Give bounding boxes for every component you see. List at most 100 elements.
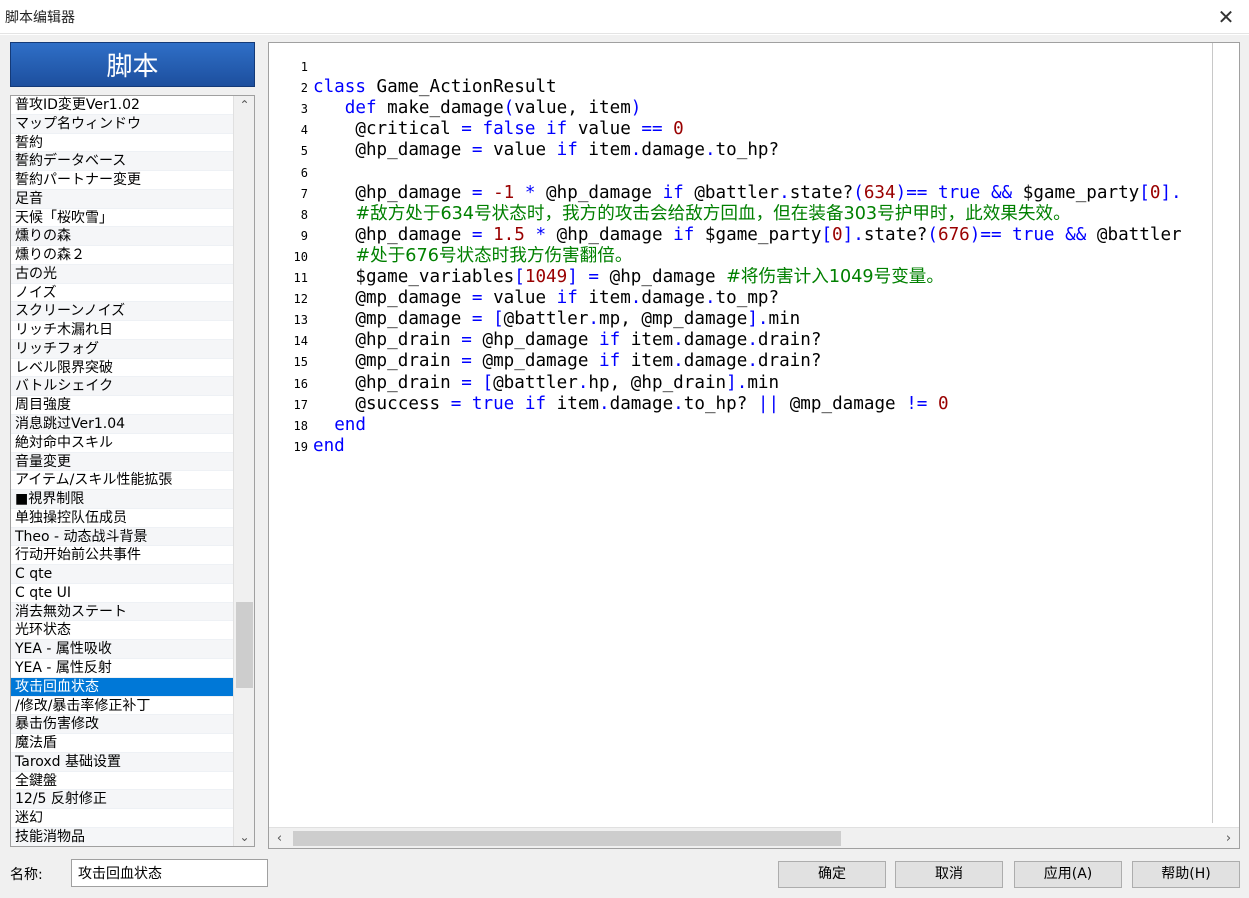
script-name-input[interactable] bbox=[71, 859, 268, 887]
close-icon[interactable]: ✕ bbox=[1211, 2, 1241, 32]
code-token: ] bbox=[1160, 182, 1172, 203]
code-token: . bbox=[747, 330, 758, 351]
script-list-item[interactable]: 12/5 反射修正 bbox=[11, 790, 233, 810]
script-list-item[interactable]: 足音 bbox=[11, 189, 233, 209]
code-line: end bbox=[313, 415, 366, 436]
code-token: @mp_damage bbox=[313, 288, 472, 309]
script-list-item[interactable]: 周目強度 bbox=[11, 396, 233, 416]
code-token: @hp_drain bbox=[313, 330, 462, 351]
code-token: [ bbox=[514, 267, 525, 287]
code-area[interactable]: class Game_ActionResult def make_damage(… bbox=[312, 43, 1214, 823]
code-line: @hp_drain = @hp_damage if item.damage.dr… bbox=[313, 330, 821, 351]
script-list-item[interactable]: 燻りの森２ bbox=[11, 246, 233, 265]
code-token: value bbox=[567, 119, 642, 140]
script-list-item[interactable]: リッチ木漏れ日 bbox=[11, 321, 233, 340]
line-number: 19 bbox=[293, 439, 308, 454]
code-token: if bbox=[556, 140, 578, 161]
scroll-right-icon[interactable]: › bbox=[1218, 828, 1239, 848]
script-list-item[interactable]: 光环状态 bbox=[11, 621, 233, 641]
code-token: . bbox=[704, 140, 716, 161]
horizontal-scroll-thumb[interactable] bbox=[293, 831, 841, 846]
script-list-item[interactable]: Theo - 动态战斗背景 bbox=[11, 527, 233, 547]
code-line: @mp_drain = @mp_damage if item.damage.dr… bbox=[313, 351, 821, 372]
code-token: item bbox=[620, 330, 674, 351]
script-list-item[interactable]: 誓約データベース bbox=[11, 152, 233, 172]
script-list-item[interactable]: リッチフォグ bbox=[11, 339, 233, 359]
script-list-item[interactable]: 暴击伤害修改 bbox=[11, 715, 233, 735]
code-token: [ bbox=[1139, 182, 1150, 203]
script-list-item[interactable]: 絶対命中スキル bbox=[11, 433, 233, 453]
script-list-item[interactable]: バトルシェイク bbox=[11, 377, 233, 397]
script-list-item[interactable]: ノイズ bbox=[11, 283, 233, 303]
apply-button[interactable]: 应用(A) bbox=[1014, 861, 1122, 888]
code-token: if bbox=[673, 224, 695, 245]
script-list-item[interactable]: 誓約パートナー変更 bbox=[11, 171, 233, 190]
code-editor[interactable]: 1 2 3 4 5 6 7 8 9 10 11 12 13 14 15 16 17 18 19 class Game… bbox=[268, 42, 1240, 849]
script-list-item[interactable]: 全鍵盤 bbox=[11, 771, 233, 791]
ok-button[interactable]: 确定 bbox=[778, 861, 886, 888]
script-list-item[interactable]: 单独操控队伍成员 bbox=[11, 508, 233, 528]
script-list-item[interactable]: 魔法盾 bbox=[11, 734, 233, 753]
script-list[interactable]: 普攻ID変更Ver1.02 マップ名ウィンドウ 誓約 誓約データベース 誓約パートナー変… bbox=[10, 95, 255, 847]
script-list-item[interactable]: 攻击回血状态 bbox=[11, 677, 233, 697]
code-token: value bbox=[482, 288, 557, 309]
code-token: end bbox=[334, 414, 366, 435]
script-list-item[interactable]: マップ名ウィンドウ bbox=[11, 114, 233, 134]
cancel-button[interactable]: 取消 bbox=[895, 861, 1003, 888]
code-token: ] bbox=[842, 224, 854, 245]
code-horizontal-scrollbar[interactable]: ‹ › bbox=[269, 827, 1239, 848]
line-number: 8 bbox=[300, 207, 308, 222]
code-token: item bbox=[577, 288, 631, 309]
script-list-item[interactable]: YEA - 属性反射 bbox=[11, 658, 233, 678]
script-list-item[interactable]: C qte UI bbox=[11, 583, 233, 603]
script-list-item[interactable]: スクリーンノイズ bbox=[11, 302, 233, 322]
code-line: @hp_damage = 1.5 * @hp_damage if $game_p… bbox=[313, 224, 1181, 246]
code-token: drain? bbox=[757, 351, 822, 372]
script-list-item[interactable]: /修改/暴击率修正补丁 bbox=[11, 696, 233, 716]
script-list-item[interactable]: 誓約 bbox=[11, 133, 233, 153]
scroll-thumb[interactable] bbox=[236, 602, 253, 688]
code-token: ] bbox=[747, 309, 758, 330]
help-button[interactable]: 帮助(H) bbox=[1132, 861, 1240, 888]
script-list-item[interactable]: 天候「桜吹雪」 bbox=[11, 208, 233, 228]
code-token: to_hp? bbox=[683, 393, 758, 414]
script-list-item[interactable]: 普攻ID変更Ver1.02 bbox=[11, 96, 233, 115]
line-number: 14 bbox=[293, 334, 308, 349]
script-list-scrollbar[interactable]: ⌃ ⌄ bbox=[233, 96, 254, 846]
script-list-item[interactable]: 消去無効ステート bbox=[11, 602, 233, 622]
script-list-item[interactable]: C qte bbox=[11, 565, 233, 584]
scroll-down-icon[interactable]: ⌄ bbox=[234, 828, 254, 846]
code-token: @mp_damage bbox=[471, 351, 599, 372]
line-number: 15 bbox=[293, 355, 308, 370]
script-list-item[interactable]: ■視界制限 bbox=[11, 490, 233, 509]
script-list-item[interactable]: レベル限界突破 bbox=[11, 358, 233, 378]
code-token: . bbox=[1171, 182, 1182, 203]
script-list-item[interactable]: 音量変更 bbox=[11, 452, 233, 472]
script-list-item[interactable]: 迷幻 bbox=[11, 809, 233, 828]
script-list-item[interactable]: Taroxd 基础设置 bbox=[11, 752, 233, 772]
script-list-item[interactable]: 消息跳过Ver1.04 bbox=[11, 415, 233, 434]
code-token: = bbox=[461, 372, 472, 393]
script-list-header: 脚本 bbox=[10, 42, 255, 87]
line-number: 1 bbox=[300, 60, 308, 74]
code-token: 1.5 bbox=[493, 224, 525, 245]
code-token: 1049 bbox=[524, 267, 568, 287]
code-token: make_damage bbox=[376, 98, 504, 119]
script-list-item[interactable]: 燻りの森 bbox=[11, 227, 233, 247]
code-line: $game_variables[1049] = @hp_damage #将伤害计… bbox=[313, 267, 944, 288]
code-token: . bbox=[673, 330, 684, 351]
script-list-item[interactable]: YEA - 属性吸收 bbox=[11, 640, 233, 659]
code-token: if bbox=[556, 288, 578, 309]
title-bar: 脚本编辑器 ✕ bbox=[0, 0, 1249, 34]
scroll-up-icon[interactable]: ⌃ bbox=[234, 96, 254, 114]
script-list-item[interactable]: 古の光 bbox=[11, 264, 233, 284]
scroll-left-icon[interactable]: ‹ bbox=[269, 828, 290, 848]
script-list-item[interactable]: 技能消物品 bbox=[11, 827, 233, 846]
script-list-item[interactable]: 行动开始前公共事件 bbox=[11, 546, 233, 566]
code-token: true bbox=[1012, 224, 1055, 245]
script-list-item[interactable]: アイテム/スキル性能拡張 bbox=[11, 471, 233, 491]
code-token: @hp_damage bbox=[313, 140, 472, 161]
